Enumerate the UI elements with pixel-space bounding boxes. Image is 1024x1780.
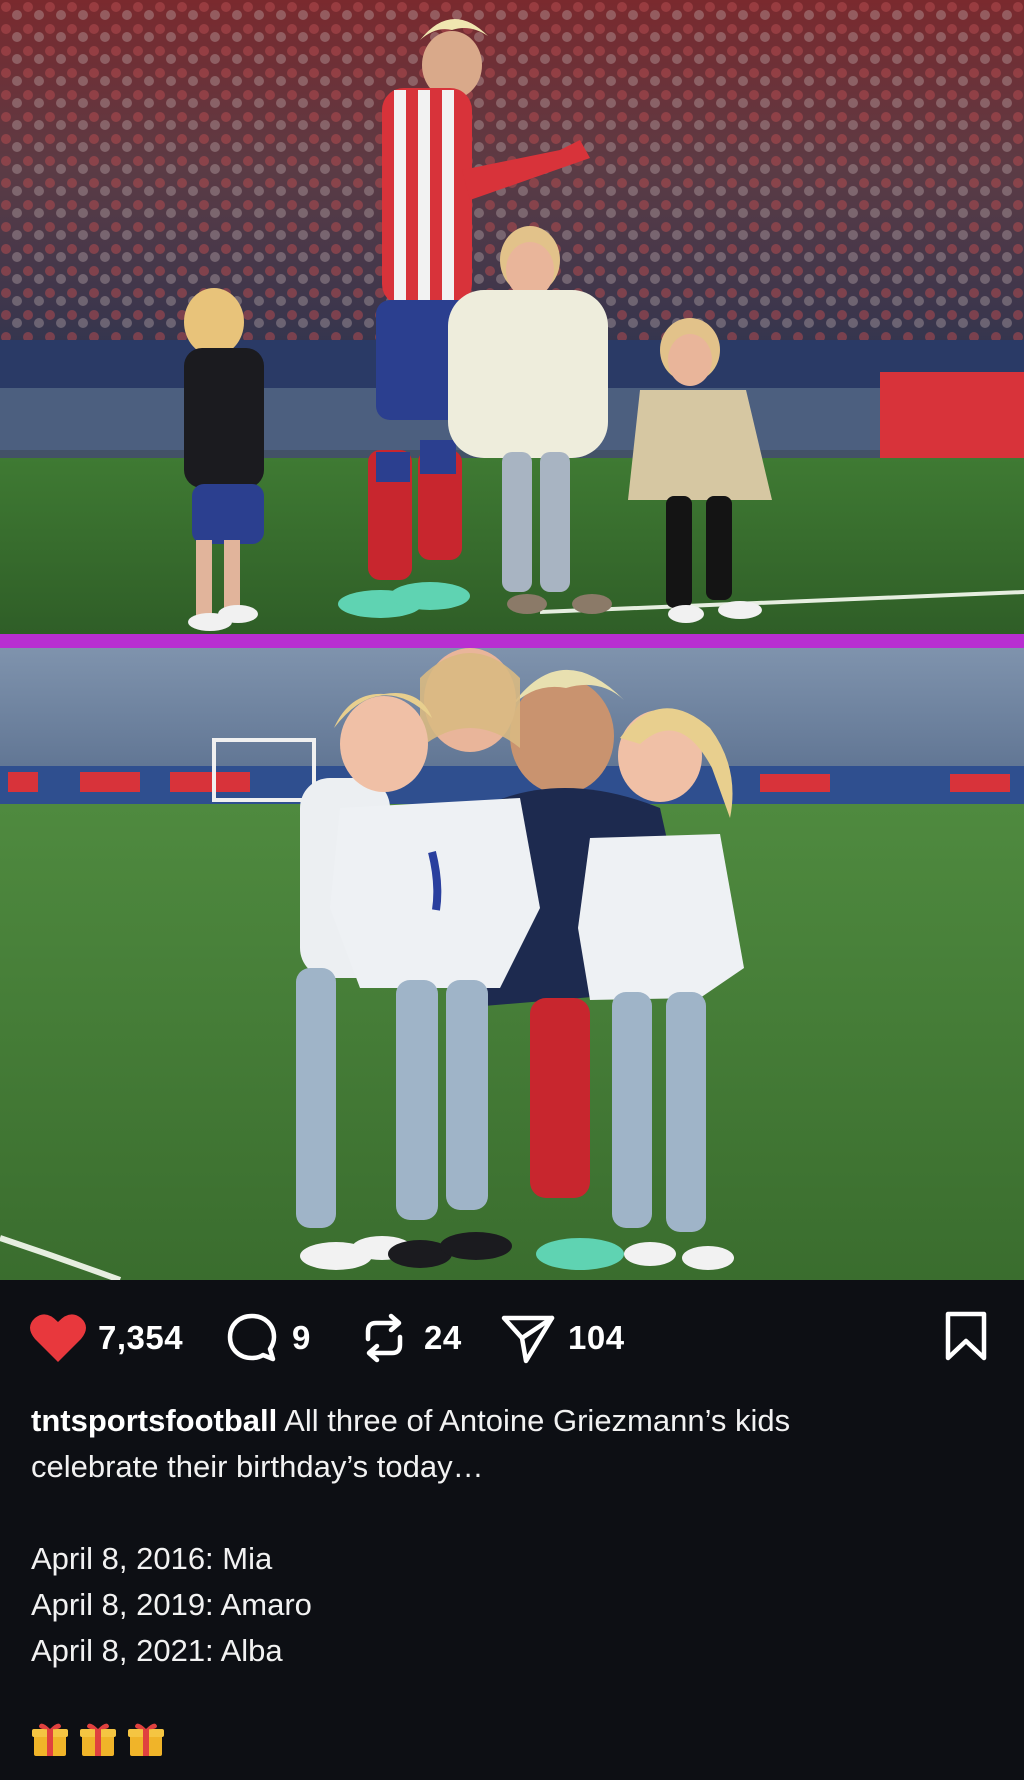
- bookmark-icon: [943, 1310, 989, 1367]
- photo-stadium-scene: [0, 0, 1024, 634]
- repost-icon: [354, 1308, 414, 1368]
- caption-date-alba: April 8, 2021: Alba: [31, 1633, 283, 1668]
- like-button[interactable]: 7,354: [28, 1308, 183, 1368]
- gift-icon: [127, 1720, 165, 1758]
- media-divider: [0, 634, 1024, 648]
- gift-icon: [31, 1720, 69, 1758]
- caption-emojis: [31, 1720, 165, 1758]
- post-media[interactable]: [0, 0, 1024, 1280]
- caption-line-2: celebrate their birthday’s today…: [31, 1449, 484, 1484]
- caption-date-mia: April 8, 2016: Mia: [31, 1541, 273, 1576]
- share-button[interactable]: 104: [498, 1308, 625, 1368]
- save-button[interactable]: [936, 1308, 996, 1368]
- caption-text: All three of Antoine Griezmann’s kids: [277, 1403, 791, 1438]
- caption-line-1: tntsportsfootball All three of Antoine G…: [31, 1398, 991, 1444]
- caption-username[interactable]: tntsportsfootball: [31, 1403, 277, 1438]
- comment-button[interactable]: 9: [222, 1308, 311, 1368]
- repost-count: 24: [424, 1319, 462, 1356]
- caption-date-amaro: April 8, 2019: Amaro: [31, 1587, 312, 1622]
- comment-icon: [222, 1308, 282, 1368]
- comment-count: 9: [292, 1319, 311, 1356]
- share-count: 104: [568, 1319, 625, 1356]
- post: 7,354 9 24 104 tntsportsfootball All thr…: [0, 0, 1024, 1780]
- repost-button[interactable]: 24: [354, 1308, 462, 1368]
- action-bar: 7,354 9 24 104: [0, 1280, 1024, 1400]
- gift-icon: [79, 1720, 117, 1758]
- like-count: 7,354: [98, 1319, 184, 1356]
- send-icon: [498, 1308, 558, 1368]
- heart-icon: [28, 1308, 88, 1368]
- photo-group-hug: [0, 648, 1024, 1280]
- post-caption: tntsportsfootball All three of Antoine G…: [31, 1398, 991, 1674]
